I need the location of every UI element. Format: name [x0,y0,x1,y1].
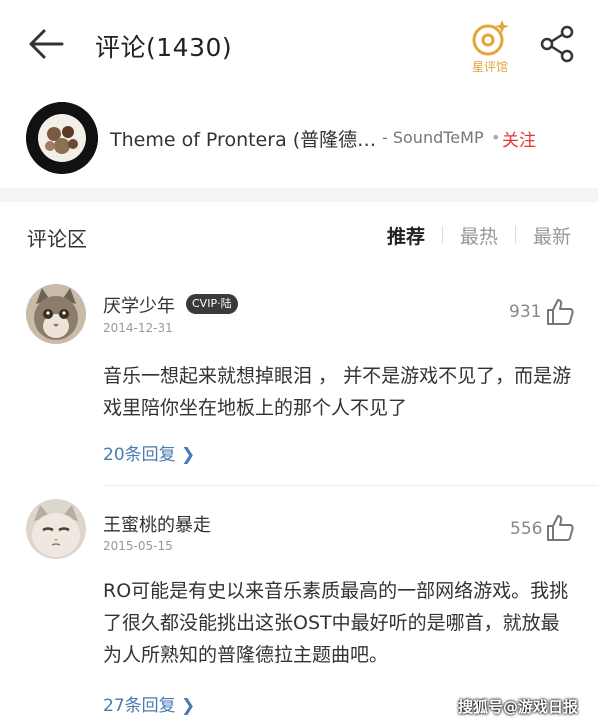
tab-newest[interactable]: 最新 [533,222,571,249]
star-disc-icon [472,20,509,56]
tab-recommended[interactable]: 推荐 [387,222,425,249]
watermark: 搜狐号@游戏日报 [458,698,579,716]
vip-badge: CVIP·陆 [186,294,238,314]
comment-text: 音乐一想起来就想掉眼泪 ， 并不是游戏不见了，而是游戏里陪你坐在地板上的那个人不… [103,365,572,419]
share-icon [540,25,574,63]
song-cover-image [26,102,98,174]
section-title: 评论区 [27,227,87,251]
user-name[interactable]: 厌学少年 [103,292,175,318]
song-bar[interactable]: Theme of Prontera (普隆德… - SoundTeMP • 关注 [0,98,598,182]
like-count: 556 [510,519,543,539]
follow-button[interactable]: 关注 [502,126,536,151]
star-review-button[interactable]: 星评馆 [462,16,518,78]
like-count: 931 [509,302,542,322]
arrow-left-icon [29,29,64,59]
back-button[interactable] [24,24,68,64]
tab-hottest[interactable]: 最热 [460,222,498,249]
comment-date: 2015-05-15 [103,539,173,553]
song-title: Theme of Prontera (普隆德… [110,129,377,151]
view-replies-link[interactable]: 20条回复 ❯ [103,440,195,465]
thumbs-up-icon[interactable] [545,513,575,543]
page-title: 评论(1430) [95,33,233,62]
comment-date: 2014-12-31 [103,321,173,335]
separator-dot: • [491,128,501,147]
share-button[interactable] [536,22,580,66]
comment-text: RO可能是有史以来音乐素质最高的一部网络游戏。我挑了很久都没能挑出这张OST中最… [103,580,569,666]
comments-section-header: 评论区 推荐 最热 最新 [0,210,598,262]
view-replies-link[interactable]: 27条回复 ❯ [103,691,195,716]
thumbs-up-icon[interactable] [545,297,575,327]
user-name[interactable]: 王蜜桃的暴走 [103,511,211,537]
avatar[interactable] [26,284,86,344]
tab-separator [442,226,443,244]
tab-separator [515,226,516,244]
section-divider [0,188,598,202]
comment-divider [103,485,598,486]
header-bar: 评论(1430) 星评馆 [0,0,598,90]
song-artist[interactable]: - SoundTeMP [382,128,484,147]
avatar[interactable] [26,499,86,559]
star-review-label: 星评馆 [471,60,508,74]
